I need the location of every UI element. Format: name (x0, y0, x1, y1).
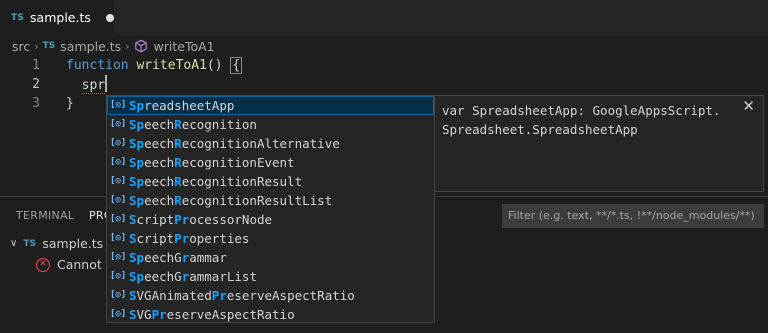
variable-icon: [◎] (110, 233, 127, 243)
suggestion-label: SVGPreserveAspectRatio (129, 307, 295, 322)
code-text: spr (66, 75, 108, 95)
variable-icon: [◎] (110, 290, 127, 300)
function-name-token: writeToA1 (136, 58, 207, 73)
suggestion-item[interactable]: [◎] SpeechGrammarList (107, 267, 434, 286)
typed-identifier: spr (81, 78, 106, 94)
problems-filter-input[interactable]: Filter (e.g. text, **/*.ts, !**/node_mod… (502, 204, 764, 228)
breadcrumb-folder[interactable]: src (12, 39, 30, 54)
suggestion-item[interactable]: [◎] SpreadsheetApp (107, 96, 434, 115)
suggest-widget[interactable]: [◎] SpreadsheetApp [◎] SpeechRecognition [◎]… (106, 95, 435, 323)
variable-icon: [◎] (110, 214, 127, 224)
suggestion-label: SpeechRecognition (129, 117, 257, 132)
suggestion-item[interactable]: [◎] ScriptProperties (107, 229, 434, 248)
typescript-file-icon: TS (11, 12, 25, 23)
tab-label: sample.ts (30, 10, 91, 25)
unsaved-dot-icon[interactable] (105, 13, 114, 22)
keyword-token: function (66, 58, 129, 73)
breadcrumb: src › TS sample.ts › writeToA1 (12, 37, 215, 55)
variable-icon: [◎] (110, 157, 127, 167)
problem-file-row[interactable]: ∨ TS sample.ts (10, 236, 103, 251)
suggestion-item[interactable]: [◎] ScriptProcessorNode (107, 210, 434, 229)
suggestion-label: ScriptProperties (129, 231, 250, 246)
breadcrumb-symbol[interactable]: writeToA1 (154, 39, 215, 54)
params-token: () (206, 58, 231, 73)
suggestion-item[interactable]: [◎] SpeechRecognitionEvent (107, 153, 434, 172)
line-number: 3 (32, 96, 40, 111)
details-line: var SpreadsheetApp: GoogleAppsScript. (442, 103, 721, 118)
problem-file-name: sample.ts (42, 236, 104, 251)
details-line: Spreadsheet.SpreadsheetApp (442, 122, 638, 137)
suggest-details: var SpreadsheetApp: GoogleAppsScript. Sp… (434, 95, 764, 192)
variable-icon: [◎] (110, 271, 127, 281)
code-line[interactable]: 1 function writeToA1() { (0, 56, 768, 75)
variable-icon: [◎] (110, 138, 127, 148)
suggestion-label: ScriptProcessorNode (129, 212, 273, 227)
suggestion-item[interactable]: [◎] SVGPreserveAspectRatio (107, 305, 434, 322)
suggestion-item[interactable]: [◎] SpeechRecognitionResultList (107, 191, 434, 210)
typescript-file-icon: TS (42, 41, 56, 51)
suggestion-label: SpeechRecognitionResultList (129, 193, 333, 208)
tab-terminal[interactable]: TERMINAL (16, 209, 74, 222)
editor-tab-bar: TS sample.ts (0, 0, 768, 35)
suggestion-label: SpeechRecognitionAlternative (129, 136, 340, 151)
variable-icon: [◎] (110, 100, 127, 110)
suggestion-label: SpreadsheetApp (129, 98, 235, 113)
suggestion-label: SVGAnimatedPreserveAspectRatio (129, 288, 355, 303)
variable-icon: [◎] (110, 309, 127, 319)
suggestion-item[interactable]: [◎] SpeechRecognitionAlternative (107, 134, 434, 153)
suggestion-label: SpeechRecognitionEvent (129, 155, 295, 170)
typescript-file-icon: TS (23, 238, 37, 249)
variable-icon: [◎] (110, 176, 127, 186)
breadcrumb-file[interactable]: sample.ts (60, 39, 121, 54)
suggestion-item[interactable]: [◎] SpeechRecognition (107, 115, 434, 134)
close-icon[interactable]: ✕ (742, 97, 755, 115)
chevron-right-icon: › (125, 39, 130, 53)
details-signature: var SpreadsheetApp: GoogleAppsScript. Sp… (442, 101, 720, 139)
text-cursor (105, 75, 108, 92)
variable-icon: [◎] (110, 252, 127, 262)
suggestion-label: SpeechGrammarList (129, 269, 257, 284)
code-line[interactable]: 2 spr (0, 75, 768, 94)
variable-icon: [◎] (110, 119, 127, 129)
method-cube-icon (134, 39, 147, 53)
suggestion-item[interactable]: [◎] SpeechRecognitionResult (107, 172, 434, 191)
suggestion-label: SpeechGrammar (129, 250, 227, 265)
open-brace-token: { (230, 57, 243, 74)
code-text: } (66, 96, 74, 111)
code-text: function writeToA1() { (66, 56, 243, 75)
suggestion-item[interactable]: [◎] SpeechGrammar (107, 248, 434, 267)
variable-icon: [◎] (110, 195, 127, 205)
suggestion-label: SpeechRecognitionResult (129, 174, 303, 189)
suggestion-item[interactable]: [◎] SVGAnimatedPreserveAspectRatio (107, 286, 434, 305)
error-icon: ✕ (36, 257, 50, 272)
chevron-right-icon: › (34, 39, 39, 53)
tab-sample-ts[interactable]: TS sample.ts (0, 0, 114, 35)
chevron-down-icon[interactable]: ∨ (10, 238, 17, 249)
line-number: 1 (32, 58, 40, 73)
line-number: 2 (32, 77, 40, 92)
